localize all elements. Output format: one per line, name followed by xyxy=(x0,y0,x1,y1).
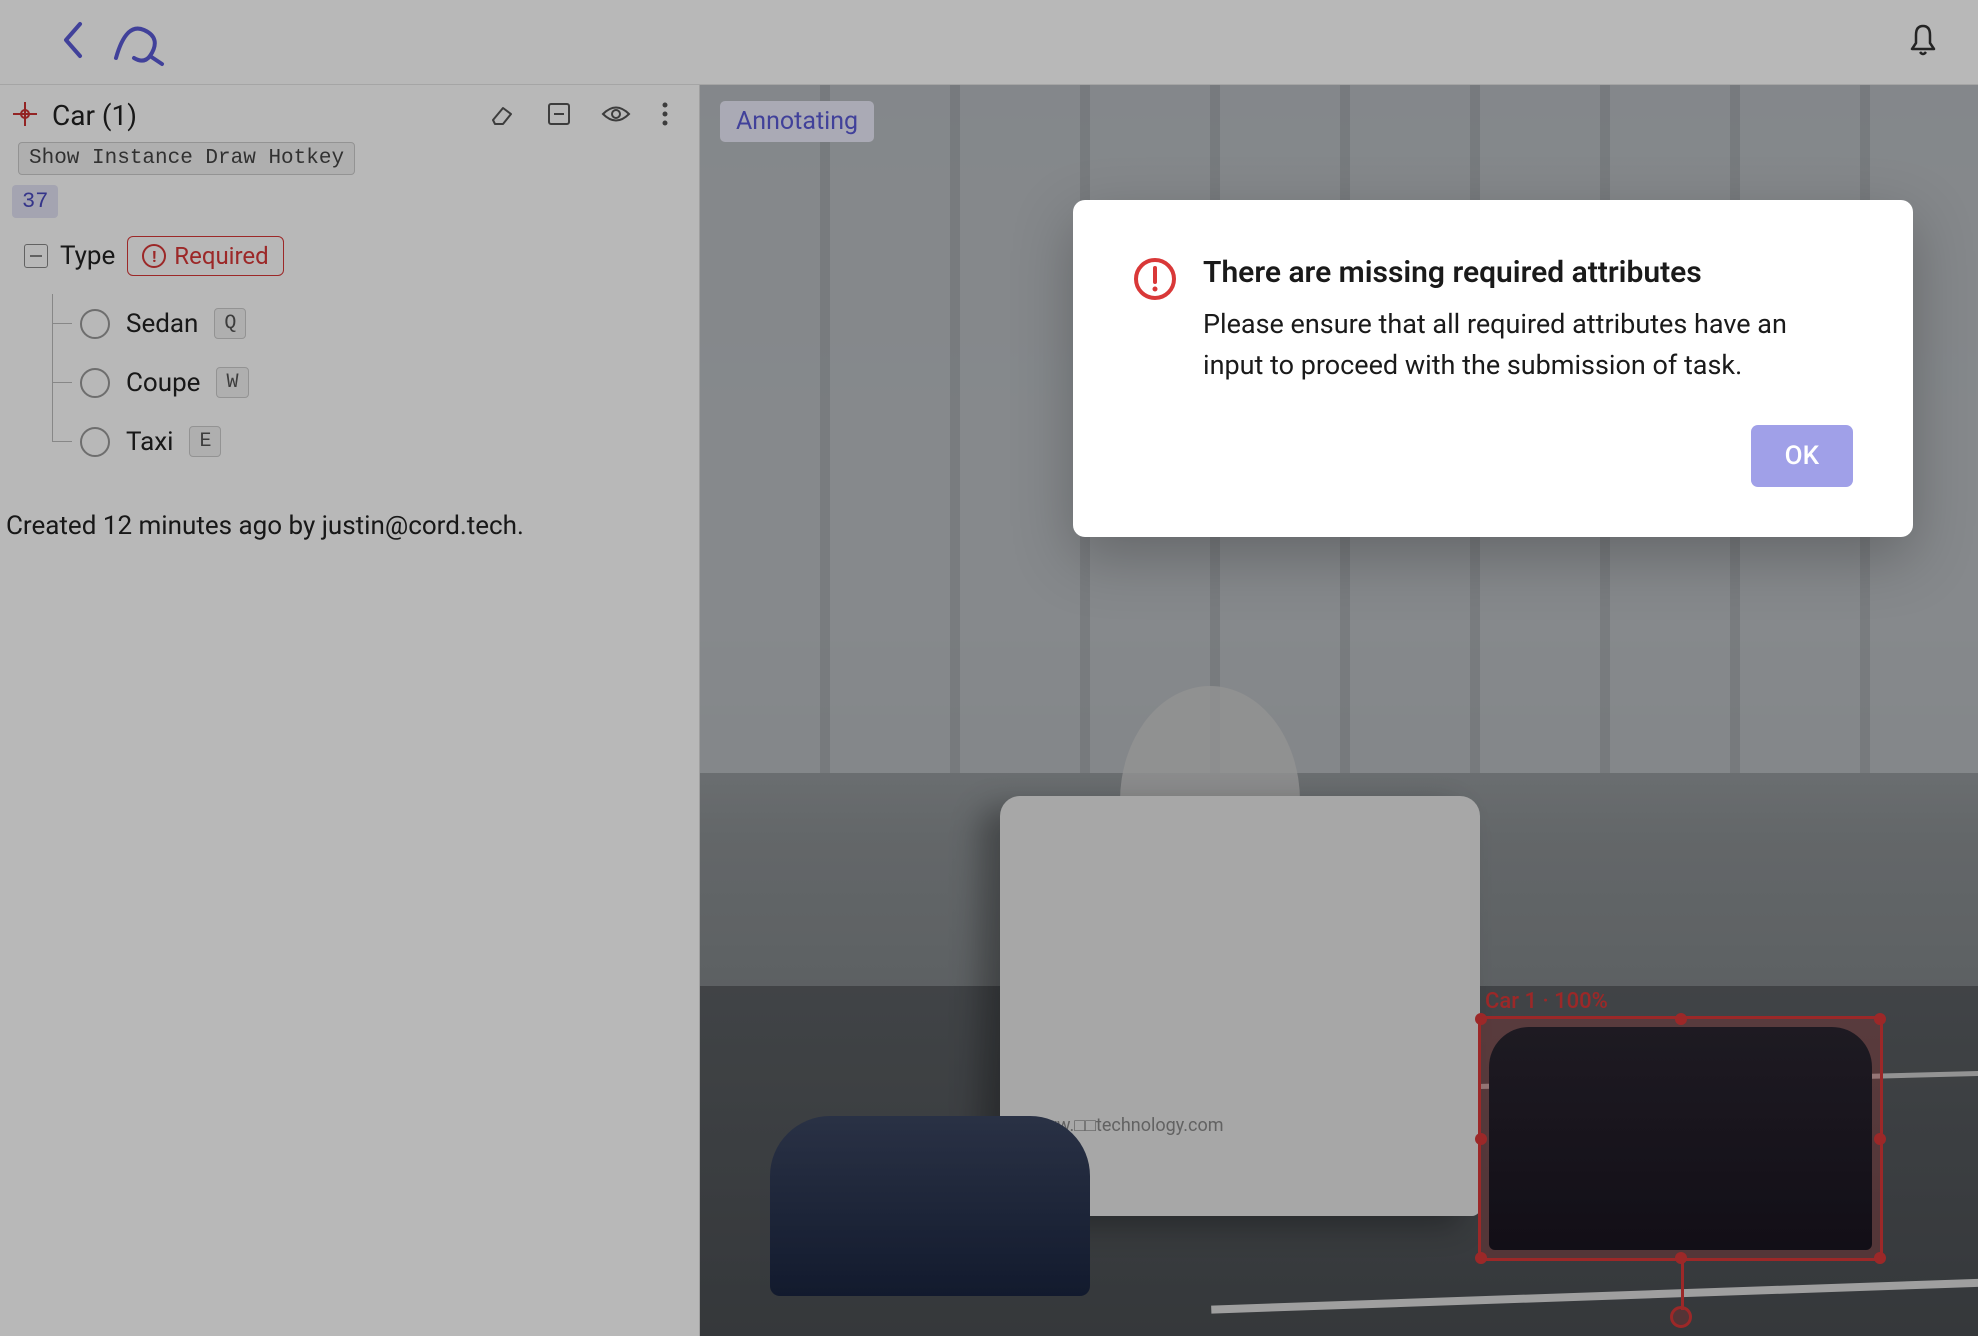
attribute-label: Type xyxy=(60,241,115,271)
required-badge: ! Required xyxy=(127,236,283,276)
option-hotkey: Q xyxy=(214,308,246,339)
annotated-car xyxy=(1489,1027,1872,1250)
collapse-icon[interactable] xyxy=(547,102,571,130)
attribute-options: Sedan Q Coupe W Taxi E xyxy=(0,286,699,471)
modal-header: There are missing required attributes Pl… xyxy=(1133,255,1853,385)
bbox-handle-r[interactable] xyxy=(1874,1133,1886,1145)
more-menu-icon[interactable] xyxy=(661,101,669,131)
modal-body: Please ensure that all required attribut… xyxy=(1203,304,1853,385)
required-label: Required xyxy=(174,242,268,270)
alert-icon xyxy=(1133,257,1177,305)
notifications-icon[interactable] xyxy=(1908,23,1938,61)
instance-number-badge: 37 xyxy=(12,185,58,218)
bbox-rotate-handle[interactable] xyxy=(1670,1306,1692,1328)
option-label: Taxi xyxy=(126,427,173,457)
radio-coupe[interactable] xyxy=(80,368,110,398)
radio-sedan[interactable] xyxy=(80,309,110,339)
modal-ok-button[interactable]: OK xyxy=(1751,425,1853,487)
radio-taxi[interactable] xyxy=(80,427,110,457)
option-label: Sedan xyxy=(126,309,198,339)
class-header-actions xyxy=(489,101,679,131)
bbox-label: Car 1 · 100% xyxy=(1485,989,1608,1014)
modal-footer: OK xyxy=(1133,425,1853,487)
class-header: Car (1) xyxy=(0,85,699,142)
hotkey-row: Show Instance Draw Hotkey xyxy=(0,142,699,175)
option-hotkey: E xyxy=(189,426,221,457)
bbox-handle-l[interactable] xyxy=(1475,1133,1487,1145)
modal-title: There are missing required attributes xyxy=(1203,255,1853,290)
visibility-icon[interactable] xyxy=(601,103,631,129)
option-coupe[interactable]: Coupe W xyxy=(80,353,699,412)
top-bar xyxy=(0,0,1978,85)
bbox-handle-tr[interactable] xyxy=(1874,1013,1886,1025)
status-badge: Annotating xyxy=(720,101,874,142)
attribute-collapse-toggle[interactable] xyxy=(24,244,48,268)
bbox-handle-tl[interactable] xyxy=(1475,1013,1487,1025)
number-badge-row: 37 xyxy=(0,175,699,218)
instance-draw-hotkey-label: Show Instance Draw Hotkey xyxy=(18,142,355,175)
option-sedan[interactable]: Sedan Q xyxy=(80,294,699,353)
eraser-icon[interactable] xyxy=(489,102,517,130)
option-taxi[interactable]: Taxi E xyxy=(80,412,699,471)
app-logo[interactable] xyxy=(106,12,166,72)
created-metadata: Created 12 minutes ago by justin@cord.te… xyxy=(0,471,699,541)
option-label: Coupe xyxy=(126,368,200,398)
sidebar: Car (1) Show Instance Draw Hotkey xyxy=(0,85,700,1336)
class-title: Car (1) xyxy=(52,99,137,132)
bbox-handle-bl[interactable] xyxy=(1475,1252,1487,1264)
background-car xyxy=(770,1116,1090,1296)
bounding-box[interactable]: Car 1 · 100% xyxy=(1478,1016,1883,1261)
info-icon: ! xyxy=(142,244,166,268)
option-hotkey: W xyxy=(216,367,248,398)
attribute-header: Type ! Required xyxy=(0,218,699,286)
bbox-handle-br[interactable] xyxy=(1874,1252,1886,1264)
modal-content: There are missing required attributes Pl… xyxy=(1203,255,1853,385)
crosshair-icon xyxy=(12,101,38,131)
top-bar-left xyxy=(60,12,166,72)
bbox-handle-t[interactable] xyxy=(1675,1013,1687,1025)
missing-attributes-modal: There are missing required attributes Pl… xyxy=(1073,200,1913,537)
back-icon[interactable] xyxy=(60,20,86,64)
class-header-left: Car (1) xyxy=(12,99,137,132)
bbox-rotate-stem xyxy=(1681,1258,1684,1310)
